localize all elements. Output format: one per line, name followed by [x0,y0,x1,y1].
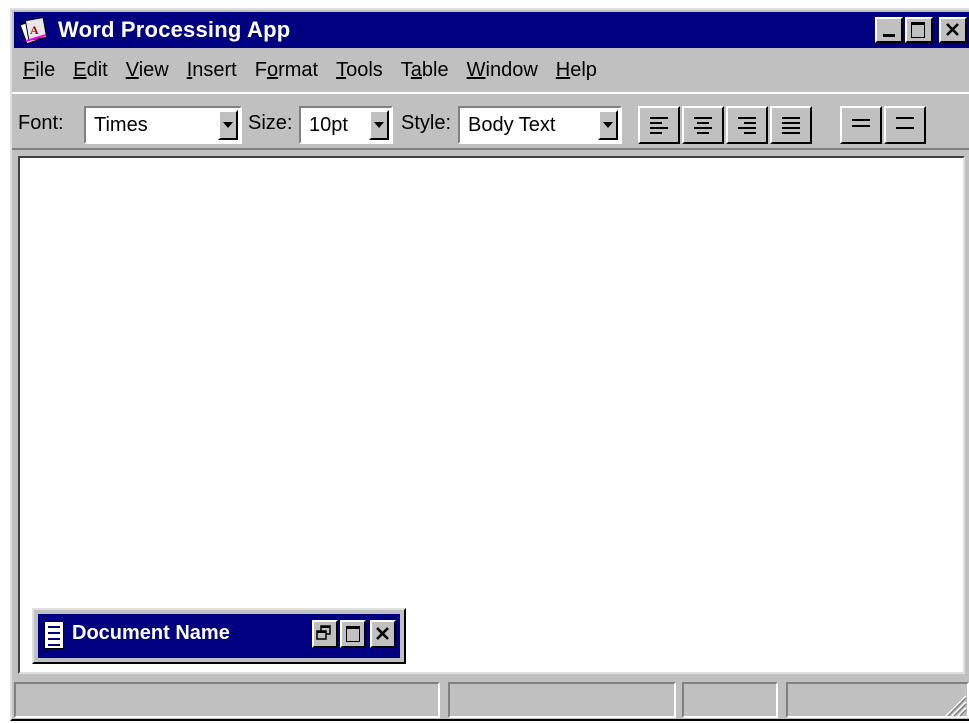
document-maximize-button[interactable] [340,620,366,648]
document-title: Document Name [72,622,230,644]
document-restore-button[interactable] [312,620,338,648]
minimize-icon [883,34,895,37]
menu-table[interactable]: Table [401,59,449,82]
minimize-button[interactable] [875,17,903,43]
font-value: Times [94,114,148,136]
align-right-button[interactable] [726,106,768,144]
svg-text:A: A [30,23,39,37]
style-value: Body Text [468,114,556,136]
window-controls [875,17,967,43]
single-line-spacing-icon [852,119,870,130]
maximize-icon [346,626,360,642]
font-dropdown-button[interactable] [218,110,238,140]
document-close-button[interactable] [370,620,396,648]
style-select[interactable]: Body Text [458,106,622,144]
document-window-controls [312,620,396,648]
menu-help[interactable]: Help [556,59,597,82]
align-center-button[interactable] [682,106,724,144]
align-right-icon [738,117,756,137]
close-button[interactable] [939,17,967,43]
menu-edit[interactable]: Edit [73,59,107,82]
title-bar[interactable]: A Word Processing App [14,12,969,48]
single-line-spacing-button[interactable] [840,106,882,144]
align-left-button[interactable] [638,106,680,144]
justify-icon [782,117,800,137]
formatting-toolbar: Font: Times Size: 10pt Style: Body Text [12,92,969,150]
maximize-icon [911,22,925,38]
status-panel-2 [448,682,676,718]
align-center-icon [694,117,712,137]
maximize-button[interactable] [905,17,933,43]
document-workspace[interactable] [18,156,965,674]
menu-insert[interactable]: Insert [187,59,237,82]
minimized-document-window[interactable]: Document Name [32,608,406,664]
menu-window[interactable]: Window [467,59,538,82]
document-title-bar[interactable]: Document Name [38,614,400,658]
align-left-icon [650,117,668,137]
restore-icon [316,625,331,640]
status-bar [12,674,969,721]
window-title: Word Processing App [58,17,291,42]
menu-tools[interactable]: Tools [336,59,383,82]
status-panel-1 [14,682,440,718]
size-label: Size: [248,112,293,134]
size-dropdown-button[interactable] [369,110,389,140]
resize-grip-icon[interactable] [941,691,967,717]
size-select[interactable]: 10pt [299,106,393,144]
close-icon [946,23,959,36]
menu-view[interactable]: View [126,59,169,82]
document-icon [44,621,64,652]
style-label: Style: [401,112,452,134]
justify-button[interactable] [770,106,812,144]
font-label: Font: [18,112,64,134]
style-dropdown-button[interactable] [598,110,618,140]
menu-format[interactable]: Format [255,59,318,82]
menu-file[interactable]: File [23,59,55,82]
font-select[interactable]: Times [84,106,242,144]
status-panel-3 [682,682,778,718]
app-icon[interactable]: A [19,15,50,45]
menu-bar: File Edit View Insert Format Tools Table… [14,54,606,86]
size-value: 10pt [309,114,348,136]
double-line-spacing-button[interactable] [884,106,926,144]
close-icon [376,627,389,640]
double-line-spacing-icon [896,117,914,132]
app-window: A Word Processing App File Edit View Ins… [10,8,969,721]
